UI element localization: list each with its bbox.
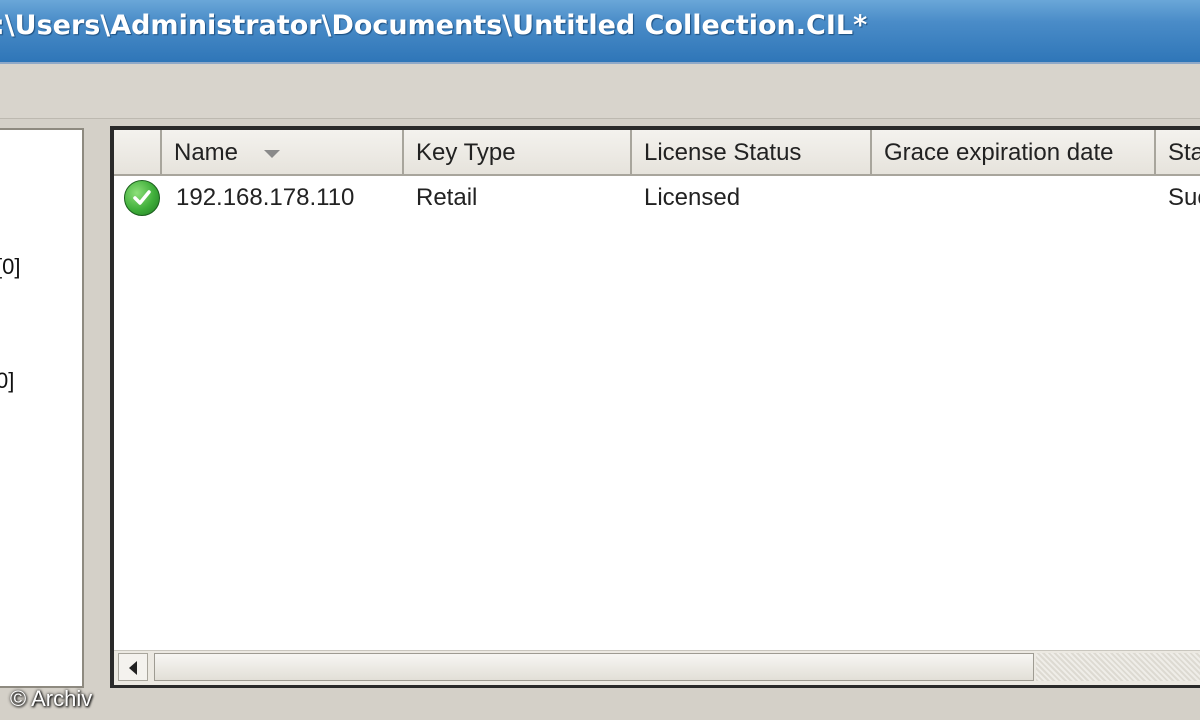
status-strip [0,690,1200,720]
horizontal-scrollbar[interactable] [114,650,1200,685]
cell-name: 192.168.178.110 [176,184,355,211]
cell-grace-expiration-date [884,176,1144,220]
scrollbar-track[interactable] [1036,653,1200,681]
results-list-view[interactable]: Name Key Type License Status Grace expir… [110,126,1200,688]
copyright-watermark: © Archiv [10,686,93,711]
scrollbar-thumb[interactable] [154,653,1034,681]
column-header-name-label: Name [174,139,239,166]
toolbar-area [0,64,1200,119]
nav-item-count[interactable]: [0] [0,254,20,280]
column-header-grace-expiration-label: Grace expiration date [884,139,1114,166]
cell-license-status: Licensed [644,184,741,211]
column-header-status[interactable]: Sta [1156,130,1200,174]
column-header-icon[interactable] [114,130,162,174]
sort-descending-icon [264,149,281,158]
column-header-key-type-label: Key Type [416,139,516,166]
column-header-license-status-label: License Status [644,139,802,166]
table-row[interactable]: 192.168.178.110 Retail Licensed Suc [114,176,1200,220]
cell-status: Suc [1168,184,1200,211]
app-window: :\Users\Administrator\Documents\Untitled… [0,0,1200,720]
column-header-key-type[interactable]: Key Type [404,130,632,174]
nav-item-count[interactable]: 0] [0,368,14,394]
navigation-pane[interactable]: [0] 0] [0,128,84,688]
window-title: :\Users\Administrator\Documents\Untitled… [0,10,868,41]
column-header-status-label: Sta [1168,139,1200,166]
scroll-left-arrow-icon[interactable] [118,653,148,681]
title-bar[interactable]: :\Users\Administrator\Documents\Untitled… [0,0,1200,64]
column-header-license-status[interactable]: License Status [632,130,872,174]
column-header-name[interactable]: Name [162,130,404,174]
green-check-icon [124,180,160,216]
cell-key-type: Retail [416,184,478,211]
column-header-row: Name Key Type License Status Grace expir… [114,130,1200,176]
column-header-grace-expiration-date[interactable]: Grace expiration date [872,130,1156,174]
